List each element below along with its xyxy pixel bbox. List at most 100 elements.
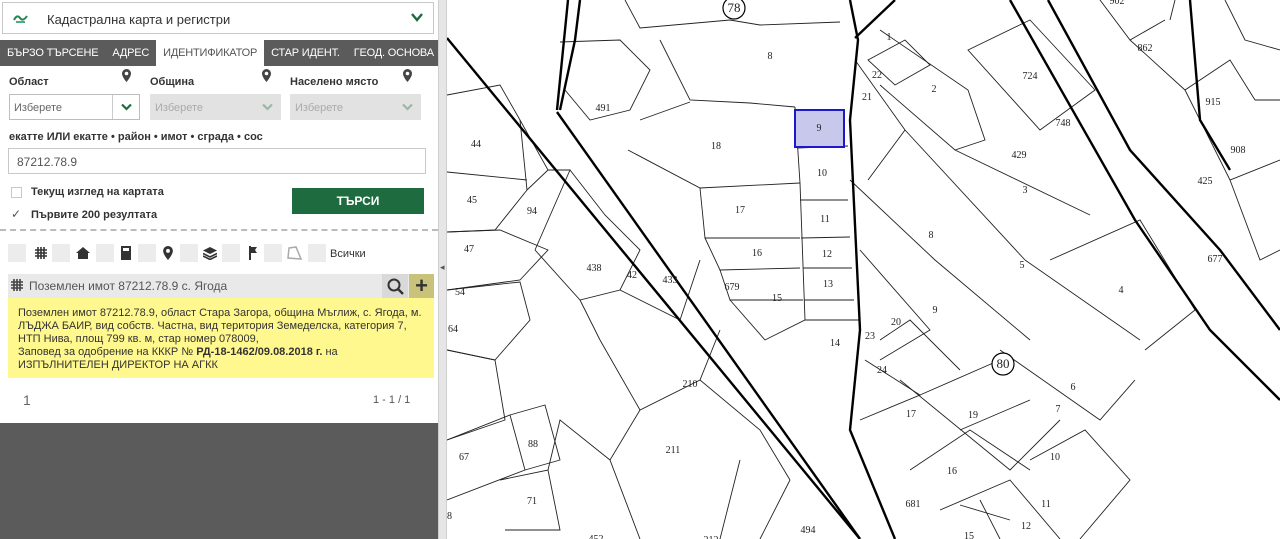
tab-old-identifier[interactable]: СТАР ИДЕНТ. [264, 40, 347, 66]
parcel-label: 12 [822, 249, 832, 260]
parcel-label: 10 [1050, 452, 1060, 463]
pin-icon[interactable] [262, 69, 271, 82]
toolbar-slot [138, 244, 156, 262]
app-title: Кадастрална карта и регистри [47, 12, 231, 27]
parcel-label: 862 [1138, 43, 1153, 54]
parcel-label: 6 [1071, 382, 1076, 393]
result-header[interactable]: Поземлен имот 87212.78.9 с. Ягода + [8, 273, 434, 298]
parcel-label: 16 [752, 248, 762, 259]
parcel-label: 17 [735, 205, 745, 216]
parcel-label: 12 [1021, 521, 1031, 532]
search-panel: Кадастрална карта и регистри БЪРЗО ТЪРСЕ… [0, 0, 438, 539]
toolbar-slot [180, 244, 198, 262]
panel-splitter[interactable]: ◂ [438, 0, 447, 539]
oblast-select[interactable]: Изберете [9, 94, 140, 120]
parcel-label: 15 [772, 293, 782, 304]
parcel-label: 433 [663, 275, 678, 286]
pin-icon[interactable] [403, 69, 412, 82]
tab-address[interactable]: АДРЕС [105, 40, 156, 66]
order-number: РД-18-1462/09.08.2018 г. [196, 346, 323, 358]
parcel-label: 7 [1056, 404, 1061, 415]
grid-icon [11, 278, 23, 296]
parcel-label: 20 [891, 317, 901, 328]
search-button[interactable]: ТЪРСИ [292, 188, 424, 214]
parcel-label: 4 [1119, 285, 1124, 296]
home-icon[interactable] [72, 243, 94, 263]
parcel-label: 677 [1208, 254, 1223, 265]
parcel-label: 908 [1231, 145, 1246, 156]
obshtina-select[interactable]: Изберете [150, 94, 281, 120]
add-icon[interactable]: + [409, 273, 434, 298]
parcel-label: 44 [471, 139, 481, 150]
building-icon[interactable] [115, 243, 137, 263]
naseleno-select-value: Изберете [295, 102, 344, 114]
pin-icon[interactable] [157, 243, 179, 263]
parcel-label: 19 [968, 410, 978, 421]
parcel-label: 16 [947, 466, 957, 477]
page-number[interactable]: 1 [23, 392, 31, 408]
parcel-label: 2 [932, 84, 937, 95]
parcel-label: 724 [1023, 71, 1038, 82]
logo-icon [13, 11, 29, 27]
toolbar-slot [264, 244, 282, 262]
parcel-label: 13 [823, 279, 833, 290]
naseleno-select[interactable]: Изберете [290, 94, 421, 120]
flag-icon[interactable] [242, 243, 264, 263]
parcel-label: 17 [906, 409, 916, 420]
chevron-down-icon [254, 95, 280, 119]
parcel-label: 915 [1206, 97, 1221, 108]
polygon-icon[interactable] [284, 243, 306, 263]
toolbar-slot [96, 244, 114, 262]
parcel-label: 14 [830, 338, 840, 349]
check-icon[interactable]: ✓ [11, 207, 21, 221]
parcel-label: 425 [1198, 176, 1213, 187]
parcel-label: 47 [464, 244, 474, 255]
parcel-label: 67 [459, 452, 469, 463]
toolbar-slot [308, 244, 326, 262]
parcel-label: 64 [448, 324, 458, 335]
result-title: Поземлен имот 87212.78.9 с. Ягода [29, 279, 228, 293]
result-count: 1 - 1 / 1 [373, 394, 411, 406]
app-selector[interactable]: Кадастрална карта и регистри [2, 2, 434, 34]
parcel-label: 494 [801, 525, 816, 536]
parcel-label: 45 [467, 195, 477, 206]
identifier-input[interactable]: 87212.78.9 [8, 148, 426, 174]
parcel-label: 22 [872, 70, 882, 81]
chevron-down-icon [394, 95, 420, 119]
grid-icon[interactable] [30, 243, 52, 263]
collapse-arrow-icon[interactable]: ◂ [440, 262, 445, 273]
parcel-label: 212 [704, 535, 719, 539]
chevron-down-icon [112, 95, 139, 119]
map-canvas[interactable]: 7880 90286272491574812222184919181044429… [447, 0, 1280, 539]
parcel-label: 21 [862, 92, 872, 103]
parcel-label: 748 [1056, 118, 1071, 129]
current-view-checkbox[interactable] [11, 187, 22, 198]
cadastral-map[interactable]: 78 80 902 862 724 915 748 1 22 2 21 8 491 9 18 10 44 429… [447, 0, 1280, 539]
parcel-label: 10 [817, 168, 827, 179]
pin-icon[interactable] [122, 69, 131, 82]
oblast-label: Област [9, 76, 49, 88]
parcel-label: 8 [768, 51, 773, 62]
panel-content: Кадастрална карта и регистри БЪРЗО ТЪРСЕ… [0, 0, 438, 423]
tab-identifier[interactable]: ИДЕНТИФИКАТОР [156, 40, 265, 66]
chevron-down-icon[interactable] [411, 10, 423, 25]
tab-quick-search[interactable]: БЪРЗО ТЪРСЕНЕ [0, 40, 105, 66]
parcel-label: 9 [933, 305, 938, 316]
obshtina-select-value: Изберете [155, 102, 204, 114]
zoom-to-icon[interactable] [382, 274, 408, 298]
parcel-label: 11 [820, 214, 830, 225]
parcel-label: 491 [596, 103, 611, 114]
obshtina-label: Община [150, 76, 195, 88]
parcel-label: 452 [589, 534, 604, 539]
all-layers-label[interactable]: Всички [330, 248, 366, 260]
layers-icon[interactable] [199, 243, 221, 263]
parcel-label: 210 [683, 379, 698, 390]
block-boundaries [447, 0, 1280, 539]
parcel-label: 18 [711, 141, 721, 152]
parcel-label: 681 [906, 499, 921, 510]
parcel-label: 42 [627, 270, 637, 281]
toolbar-slot [8, 244, 26, 262]
order-prefix: Заповед за одобрение на КККР № [18, 346, 194, 358]
tab-geodetic-base[interactable]: ГЕОД. ОСНОВА [347, 40, 441, 66]
parcel-label: 902 [1110, 0, 1125, 7]
